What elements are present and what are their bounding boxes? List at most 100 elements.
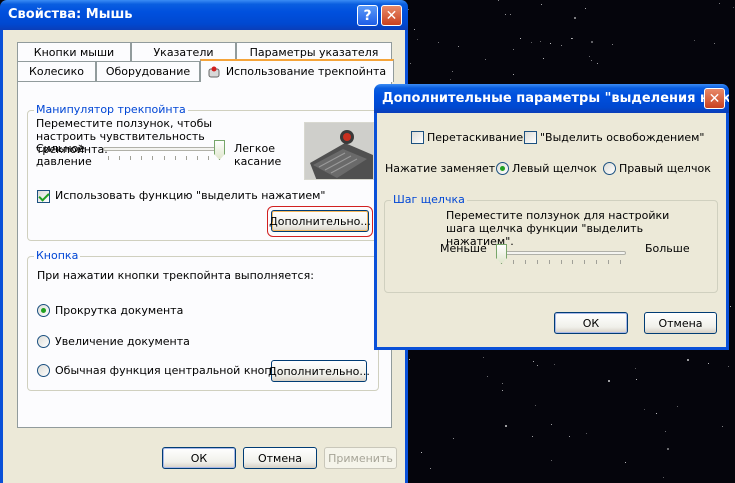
slider-tick xyxy=(141,156,143,160)
right-click-radio[interactable] xyxy=(603,162,616,175)
sub-cancel-button[interactable]: Отмена xyxy=(644,312,717,334)
tab-trackpoint-usage[interactable]: Использование трекпойнта xyxy=(200,59,394,82)
tab-hardware[interactable]: Оборудование xyxy=(96,61,200,81)
star xyxy=(663,476,665,478)
drag-label: Перетаскивание xyxy=(427,131,524,144)
click-step-slider-track[interactable] xyxy=(496,251,626,255)
star xyxy=(501,389,503,391)
star xyxy=(512,49,514,51)
star xyxy=(502,383,504,385)
star xyxy=(687,359,690,362)
slider-tick xyxy=(608,260,610,264)
tab-label: Колесико xyxy=(29,65,84,78)
slider-tick xyxy=(207,156,209,160)
tab-label: Оборудование xyxy=(105,65,191,78)
radio-normal-middle-button[interactable] xyxy=(37,364,50,377)
select-on-release-label: "Выделить освобождением" xyxy=(540,131,705,144)
star xyxy=(591,40,594,43)
star xyxy=(417,39,419,41)
slider-tick xyxy=(119,156,121,160)
star xyxy=(591,59,593,61)
star xyxy=(543,57,545,59)
button-label: Дополнительно... xyxy=(269,214,371,228)
slider-more-label: Больше xyxy=(645,242,690,255)
left-click-radio[interactable] xyxy=(496,162,509,175)
star xyxy=(482,357,484,359)
star xyxy=(504,424,507,427)
star xyxy=(722,426,724,428)
click-step-legend: Шаг щелчка xyxy=(391,193,467,206)
button-group-legend: Кнопка xyxy=(34,249,81,262)
slider-tick xyxy=(572,260,574,264)
tab-mouse-buttons[interactable]: Кнопки мыши xyxy=(17,42,131,62)
cancel-button[interactable]: Отмена xyxy=(243,447,317,469)
star xyxy=(498,0,500,1)
radio-label: Прокрутка документа xyxy=(55,304,184,317)
select-on-press-label: Использовать функцию "выделить нажатием" xyxy=(55,189,326,202)
star xyxy=(533,361,535,363)
star xyxy=(449,79,451,81)
main-window-titlebar[interactable]: Свойства: Мышь xyxy=(0,0,408,30)
left-click-label: Левый щелчок xyxy=(512,162,597,175)
star xyxy=(656,412,658,414)
sub-ok-button[interactable]: ОК xyxy=(554,312,628,334)
slider-tick xyxy=(185,156,187,160)
sub-dialog-title: Дополнительные параметры "выделения нажа… xyxy=(382,91,729,106)
drag-checkbox[interactable] xyxy=(411,131,424,144)
button-label: Применить xyxy=(328,451,393,465)
tab-label: Кнопки мыши xyxy=(33,46,115,59)
slider-tick xyxy=(536,260,538,264)
star xyxy=(729,305,731,307)
star xyxy=(677,405,679,407)
star xyxy=(665,431,667,433)
radio-scroll-document[interactable] xyxy=(37,304,50,317)
select-on-release-checkbox[interactable] xyxy=(524,131,537,144)
star xyxy=(414,29,416,31)
star xyxy=(409,359,411,361)
star xyxy=(453,437,455,439)
slider-left-label: Сильное давление xyxy=(36,142,92,168)
star xyxy=(727,365,729,367)
star xyxy=(535,404,536,406)
star xyxy=(643,409,645,411)
button-label: ОК xyxy=(190,451,208,465)
star xyxy=(568,435,570,437)
star xyxy=(718,3,720,5)
apply-button: Применить xyxy=(324,447,397,469)
star xyxy=(549,43,551,44)
slider-tick xyxy=(108,156,109,160)
slider-tick xyxy=(560,260,562,264)
help-icon[interactable]: ? xyxy=(357,5,378,26)
star xyxy=(429,467,431,469)
radio-zoom-document[interactable] xyxy=(37,335,50,348)
star xyxy=(573,16,576,19)
slider-less-label: Меньше xyxy=(440,242,487,255)
advanced-button-manipulator[interactable]: Дополнительно... xyxy=(269,210,371,232)
star xyxy=(550,424,552,426)
star xyxy=(550,459,552,461)
slider-tick xyxy=(196,156,198,160)
star xyxy=(624,462,626,464)
tab-wheel[interactable]: Колесико xyxy=(17,61,96,81)
advanced-button-middle[interactable]: Дополнительно... xyxy=(268,360,370,382)
close-icon[interactable]: ✕ xyxy=(381,5,402,26)
star xyxy=(452,70,454,72)
slider-tick xyxy=(512,260,514,264)
star xyxy=(585,8,587,10)
select-on-press-checkbox[interactable] xyxy=(37,190,50,203)
star xyxy=(560,44,562,46)
button-label: Дополнительно... xyxy=(268,364,370,378)
star xyxy=(437,42,439,44)
star xyxy=(608,380,611,383)
sensitivity-slider-track[interactable] xyxy=(103,147,225,151)
close-icon[interactable]: ✕ xyxy=(704,88,725,109)
tab-label: Указатели xyxy=(153,46,214,59)
sub-dialog-titlebar[interactable]: Дополнительные параметры "выделения нажа… xyxy=(374,84,729,113)
star xyxy=(588,55,590,57)
ok-button[interactable]: ОК xyxy=(162,447,236,469)
slider-tick xyxy=(163,156,165,160)
star xyxy=(531,41,533,43)
star xyxy=(409,62,411,64)
button-group-prompt: При нажатии кнопки трекпойнта выполняетс… xyxy=(37,269,314,282)
star xyxy=(421,451,423,453)
